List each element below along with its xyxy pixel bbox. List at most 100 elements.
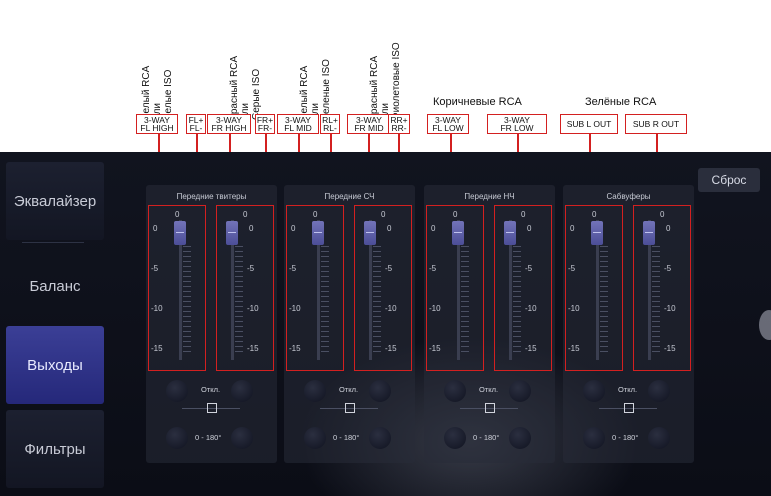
scale-label: 0 xyxy=(666,224,671,233)
channel-tag-line: FL MID xyxy=(284,123,312,133)
output-panel: Передние НЧ 0 0 -5 -10 -15 0 0 -5 -10 -15 Откл. 0 - … xyxy=(424,185,555,463)
scale-label: -15 xyxy=(151,344,163,353)
phase-right-button[interactable] xyxy=(231,380,253,402)
channel-tag-line: FL LOW xyxy=(432,123,464,133)
angle-right-button[interactable] xyxy=(231,427,253,449)
scale-label: -10 xyxy=(247,304,259,313)
scale-label: 0 xyxy=(153,224,158,233)
fader-knob[interactable] xyxy=(364,221,376,245)
scale-label: 0 xyxy=(387,224,392,233)
left-channel-fader[interactable]: 0 0 -5 -10 -15 xyxy=(286,205,344,371)
fader-ticks xyxy=(373,246,381,356)
fader-knob[interactable] xyxy=(452,221,464,245)
scale-label: -15 xyxy=(568,344,580,353)
fader-knob[interactable] xyxy=(174,221,186,245)
output-panel: Передние СЧ 0 0 -5 -10 -15 0 0 -5 -10 -15 Откл. 0 - … xyxy=(284,185,415,463)
sidebar-item-balance[interactable]: Баланс xyxy=(6,247,104,325)
scale-label: -5 xyxy=(151,264,159,273)
channel-tag: FR+ FR- xyxy=(255,114,275,134)
phase-left-button[interactable] xyxy=(166,380,188,402)
right-channel-fader[interactable]: 0 0 -5 -10 -15 xyxy=(633,205,691,371)
channel-tag-line: RR- xyxy=(391,123,407,133)
reset-button[interactable]: Сброс xyxy=(698,168,760,192)
right-channel-fader[interactable]: 0 0 -5 -10 -15 xyxy=(494,205,552,371)
phase-off-label: Откл. xyxy=(339,385,359,394)
side-scroll-handle[interactable] xyxy=(759,310,771,340)
fader-knob[interactable] xyxy=(312,221,324,245)
fader-knob[interactable] xyxy=(643,221,655,245)
scale-label: 0 xyxy=(431,224,436,233)
fader-knob[interactable] xyxy=(226,221,238,245)
phase-right-button[interactable] xyxy=(648,380,670,402)
rca-color-label-line: Белый RCA xyxy=(299,65,310,120)
sidebar-item-outputs[interactable]: Выходы xyxy=(6,326,104,404)
phase-value-box[interactable] xyxy=(624,403,634,413)
angle-range-label: 0 - 180° xyxy=(195,433,222,442)
channel-tag: 3-WAY FR MID xyxy=(347,114,391,134)
phase-right-button[interactable] xyxy=(509,380,531,402)
channel-tag: FL+ FL- xyxy=(186,114,206,134)
phase-value-box[interactable] xyxy=(207,403,217,413)
scale-top-label: 0 xyxy=(592,210,597,219)
rca-color-label-line: или xyxy=(310,102,321,120)
panel-title: Передние твитеры xyxy=(176,192,247,201)
sidebar-item-filters[interactable]: Фильтры xyxy=(6,410,104,488)
angle-left-button[interactable] xyxy=(583,427,605,449)
angle-left-button[interactable] xyxy=(166,427,188,449)
left-channel-fader[interactable]: 0 0 -5 -10 -15 xyxy=(148,205,206,371)
fader-knob[interactable] xyxy=(504,221,516,245)
output-panel: Сабвуферы 0 0 -5 -10 -15 0 0 -5 -10 -15 Откл. 0 - 18… xyxy=(563,185,694,463)
left-channel-fader[interactable]: 0 0 -5 -10 -15 xyxy=(426,205,484,371)
scale-label: -10 xyxy=(525,304,537,313)
angle-left-button[interactable] xyxy=(444,427,466,449)
fader-knob[interactable] xyxy=(591,221,603,245)
rca-color-label-line: или xyxy=(152,102,163,120)
divider xyxy=(22,242,84,243)
scale-label: -15 xyxy=(664,344,676,353)
right-channel-fader[interactable]: 0 0 -5 -10 -15 xyxy=(354,205,412,371)
fader-ticks xyxy=(321,246,329,356)
scale-label: -5 xyxy=(568,264,576,273)
channel-tag-line: SUB L OUT xyxy=(566,118,612,129)
angle-right-button[interactable] xyxy=(648,427,670,449)
channel-tag: SUB R OUT xyxy=(625,114,687,134)
left-channel-fader[interactable]: 0 0 -5 -10 -15 xyxy=(565,205,623,371)
rca-color-label: Красный RCA или Фиолетовые ISO xyxy=(366,0,402,120)
phase-value-box[interactable] xyxy=(485,403,495,413)
angle-range-label: 0 - 180° xyxy=(612,433,639,442)
angle-right-button[interactable] xyxy=(369,427,391,449)
right-channel-fader[interactable]: 0 0 -5 -10 -15 xyxy=(216,205,274,371)
sidebar-item-label: Баланс xyxy=(29,277,81,295)
fader-ticks xyxy=(235,246,243,356)
scale-label: -5 xyxy=(429,264,437,273)
scale-top-label: 0 xyxy=(521,210,526,219)
angle-right-button[interactable] xyxy=(509,427,531,449)
scale-top-label: 0 xyxy=(381,210,386,219)
scale-label: 0 xyxy=(527,224,532,233)
channel-tag-line: FR LOW xyxy=(500,123,534,133)
scale-label: -15 xyxy=(525,344,537,353)
channel-tag-line: FR HIGH xyxy=(211,123,247,133)
fader-ticks xyxy=(600,246,608,356)
phase-left-button[interactable] xyxy=(583,380,605,402)
angle-range-label: 0 - 180° xyxy=(333,433,360,442)
scale-top-label: 0 xyxy=(175,210,180,219)
angle-left-button[interactable] xyxy=(304,427,326,449)
channel-tag: 3-WAY FR LOW xyxy=(487,114,547,134)
rca-color-label-line: или xyxy=(240,102,251,120)
rca-group-label: Коричневые RCA xyxy=(433,96,522,108)
channel-tag: 3-WAY FL HIGH xyxy=(136,114,178,134)
phase-off-label: Откл. xyxy=(618,385,638,394)
sidebar-item-equalizer[interactable]: Эквалайзер xyxy=(6,162,104,240)
scale-label: -10 xyxy=(151,304,163,313)
phase-value-box[interactable] xyxy=(345,403,355,413)
phase-right-button[interactable] xyxy=(369,380,391,402)
rca-color-label-line: Красный RCA xyxy=(229,55,240,120)
phase-left-button[interactable] xyxy=(304,380,326,402)
rca-color-label: Белый RCA или Белые ISO xyxy=(138,0,174,120)
channel-tag: 3-WAY FL LOW xyxy=(427,114,469,134)
channel-tag: 3-WAY FL MID xyxy=(277,114,319,134)
channel-tag-line: FL HIGH xyxy=(140,123,174,133)
phase-left-button[interactable] xyxy=(444,380,466,402)
scale-label: 0 xyxy=(291,224,296,233)
